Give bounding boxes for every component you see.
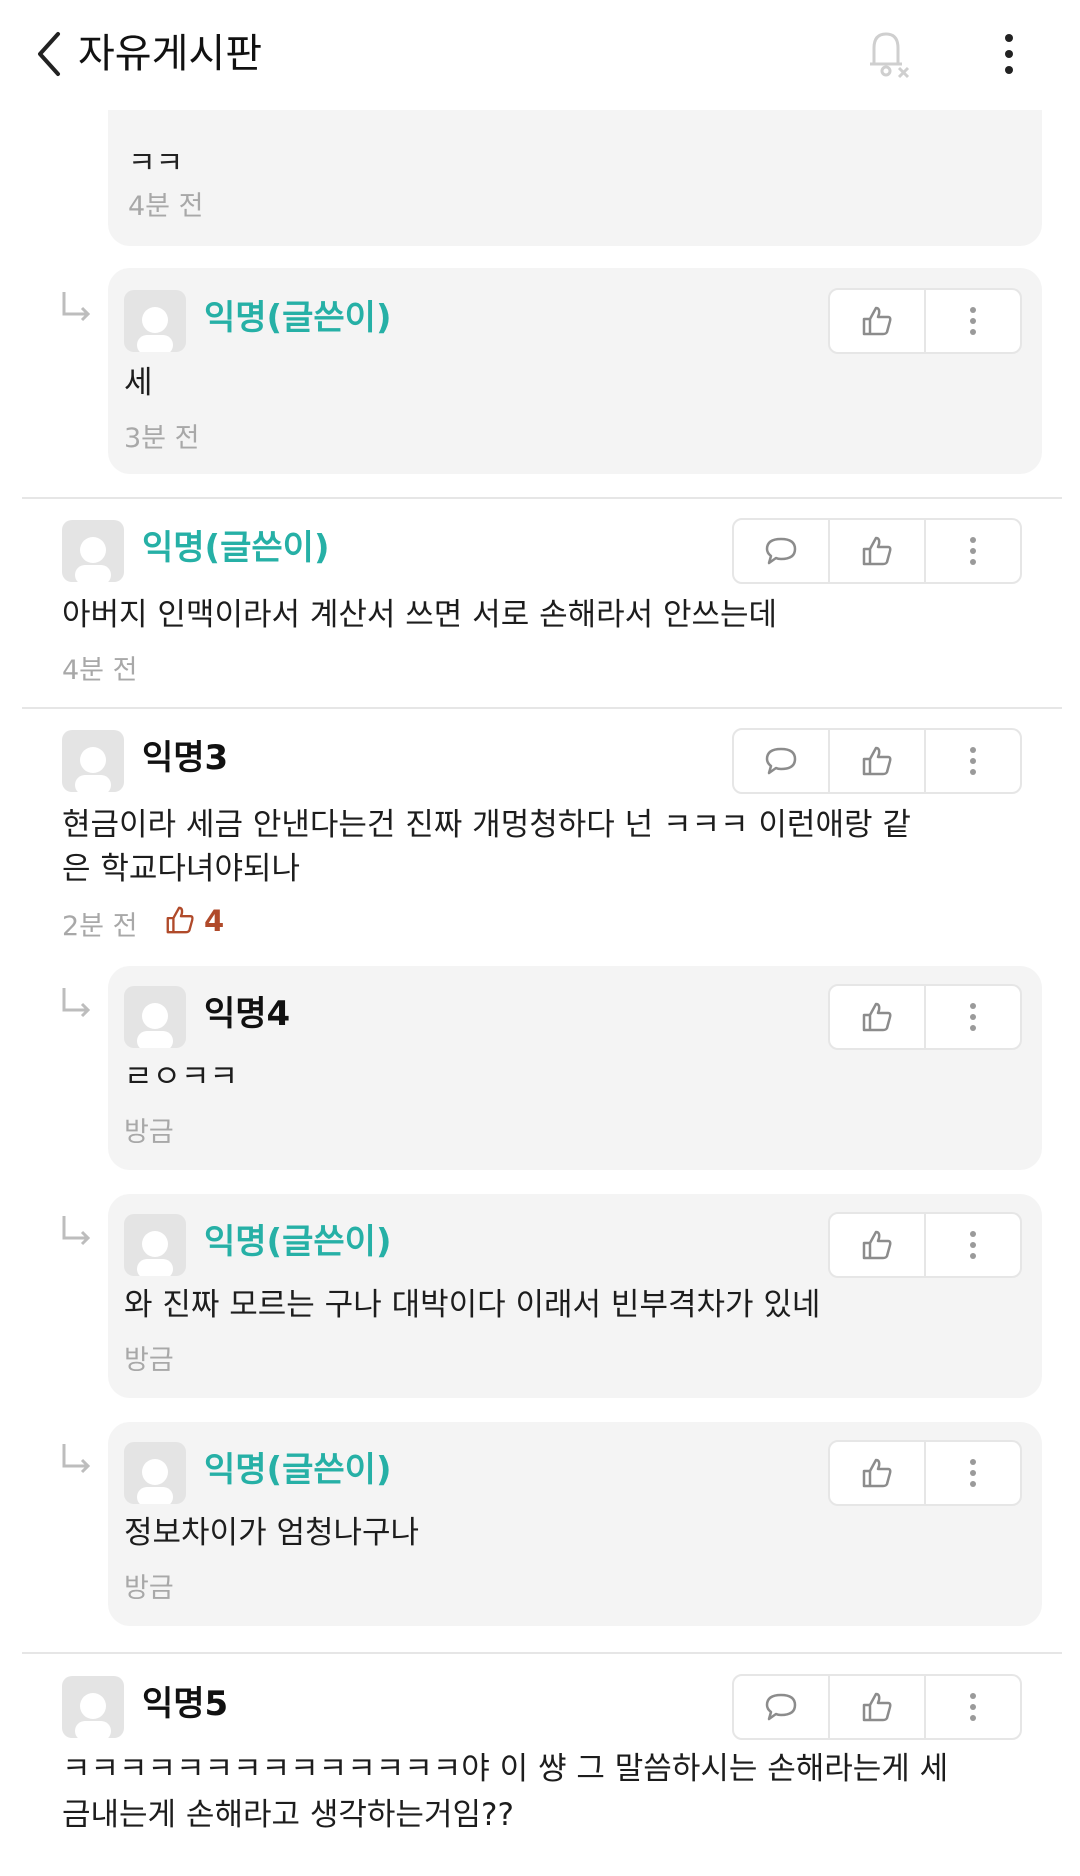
like-button[interactable] [828, 730, 924, 792]
thumbs-up-icon [862, 1002, 892, 1032]
author-name: 익명(글쓴이) [204, 1222, 392, 1262]
author-name: 익명5 [142, 1684, 229, 1724]
like-button[interactable] [830, 986, 924, 1048]
more-vertical-icon [970, 307, 976, 335]
more-vertical-icon [970, 1459, 976, 1487]
more-options-button[interactable] [924, 520, 1020, 582]
reply-card: 익명4 ㄹㅇㅋㅋ 방금 [108, 966, 1042, 1170]
author-name: 익명3 [142, 738, 229, 778]
reply-card: 익명(글쓴이) 정보차이가 엄청나구나 방금 [108, 1422, 1042, 1626]
more-vertical-icon [970, 537, 976, 565]
avatar [124, 1214, 186, 1276]
back-chevron-icon[interactable] [30, 24, 70, 84]
comment-text: ㅋㅋㅋㅋㅋㅋㅋㅋㅋㅋㅋㅋㅋㅋ야 이 썅 그 말씀하시는 손해라는게 세 [62, 1751, 949, 1787]
comment-text: 현금이라 세금 안낸다는건 진짜 개멍청하다 넌 ㅋㅋㅋ 이런애랑 같 [62, 807, 911, 843]
more-options-button[interactable] [924, 1442, 1020, 1504]
comment-text: 아버지 인맥이라서 계산서 쓰면 서로 손해라서 안쓰는데 [62, 597, 778, 633]
like-button[interactable] [828, 520, 924, 582]
reply-button[interactable] [734, 730, 828, 792]
comment-actions [732, 1674, 1022, 1740]
divider [22, 1652, 1062, 1654]
reply-card: 익명(글쓴이) 와 진짜 모르는 구나 대박이다 이래서 빈부격차가 있네 방금 [108, 1194, 1042, 1398]
thumbs-up-icon [862, 306, 892, 336]
more-vertical-icon [970, 1003, 976, 1031]
more-vertical-icon[interactable] [994, 24, 1024, 84]
timestamp: 방금 [124, 1573, 174, 1604]
avatar [124, 290, 186, 352]
page-title: 자유게시판 [78, 31, 262, 77]
reply-arrow-icon [62, 292, 91, 322]
thumbs-up-icon [862, 746, 892, 776]
more-options-button[interactable] [924, 1676, 1020, 1738]
timestamp: 4분 전 [128, 191, 204, 222]
divider [22, 707, 1062, 709]
chat-bubble-icon [765, 537, 797, 565]
more-vertical-icon [970, 1231, 976, 1259]
thumbs-up-icon [166, 906, 194, 934]
thumbs-up-icon [862, 1692, 892, 1722]
like-button[interactable] [828, 1676, 924, 1738]
more-options-button[interactable] [924, 986, 1020, 1048]
reply-button[interactable] [734, 1676, 828, 1738]
thumbs-up-icon [862, 536, 892, 566]
chat-bubble-icon [765, 747, 797, 775]
like-button[interactable] [830, 1442, 924, 1504]
comment-text-line2: 은 학교다녀야되나 [62, 851, 301, 887]
comment-actions [732, 728, 1022, 794]
like-button[interactable] [830, 290, 924, 352]
app-header: 자유게시판 [0, 0, 1080, 110]
reply-button[interactable] [734, 520, 828, 582]
reply-card: 익명(글쓴이) 세 3분 전 [108, 268, 1042, 474]
avatar [62, 1676, 124, 1738]
comment-text: 와 진짜 모르는 구나 대박이다 이래서 빈부격차가 있네 [124, 1287, 821, 1323]
avatar [62, 730, 124, 792]
author-name: 익명(글쓴이) [204, 298, 392, 338]
timestamp: 2분 전 [62, 911, 138, 942]
like-button[interactable] [830, 1214, 924, 1276]
thumbs-up-icon [862, 1458, 892, 1488]
author-name: 익명(글쓴이) [142, 528, 330, 568]
bell-off-icon[interactable] [856, 24, 916, 84]
avatar [124, 986, 186, 1048]
more-options-button[interactable] [924, 730, 1020, 792]
chat-bubble-icon [765, 1693, 797, 1721]
comment-text: 세 [124, 365, 153, 401]
divider [22, 497, 1062, 499]
timestamp: 4분 전 [62, 655, 138, 686]
comment-actions [828, 288, 1022, 354]
reply-text-line2: ㅋㅋ [128, 146, 184, 181]
comment-actions [828, 1440, 1022, 1506]
more-options-button[interactable] [924, 1214, 1020, 1276]
comment-text: 정보차이가 엄청나구나 [124, 1515, 420, 1551]
more-vertical-icon [970, 747, 976, 775]
like-count: 4 [204, 904, 225, 938]
timestamp: 방금 [124, 1117, 174, 1148]
reply-arrow-icon [62, 988, 91, 1018]
comment-actions [828, 1212, 1022, 1278]
author-name: 익명4 [204, 994, 291, 1034]
avatar [62, 520, 124, 582]
timestamp: 3분 전 [124, 423, 200, 454]
comment-actions [828, 984, 1022, 1050]
thumbs-up-icon [862, 1230, 892, 1260]
more-vertical-icon [970, 1693, 976, 1721]
reply-arrow-icon [62, 1444, 91, 1474]
comment-text-line2: 금내는게 손해라고 생각하는거임?? [62, 1797, 514, 1833]
more-options-button[interactable] [924, 290, 1020, 352]
comment-text: ㄹㅇㅋㅋ [124, 1059, 239, 1095]
comment-actions [732, 518, 1022, 584]
reply-arrow-icon [62, 1216, 91, 1246]
timestamp: 방금 [124, 1345, 174, 1376]
avatar [124, 1442, 186, 1504]
author-name: 익명(글쓴이) [204, 1450, 392, 1490]
